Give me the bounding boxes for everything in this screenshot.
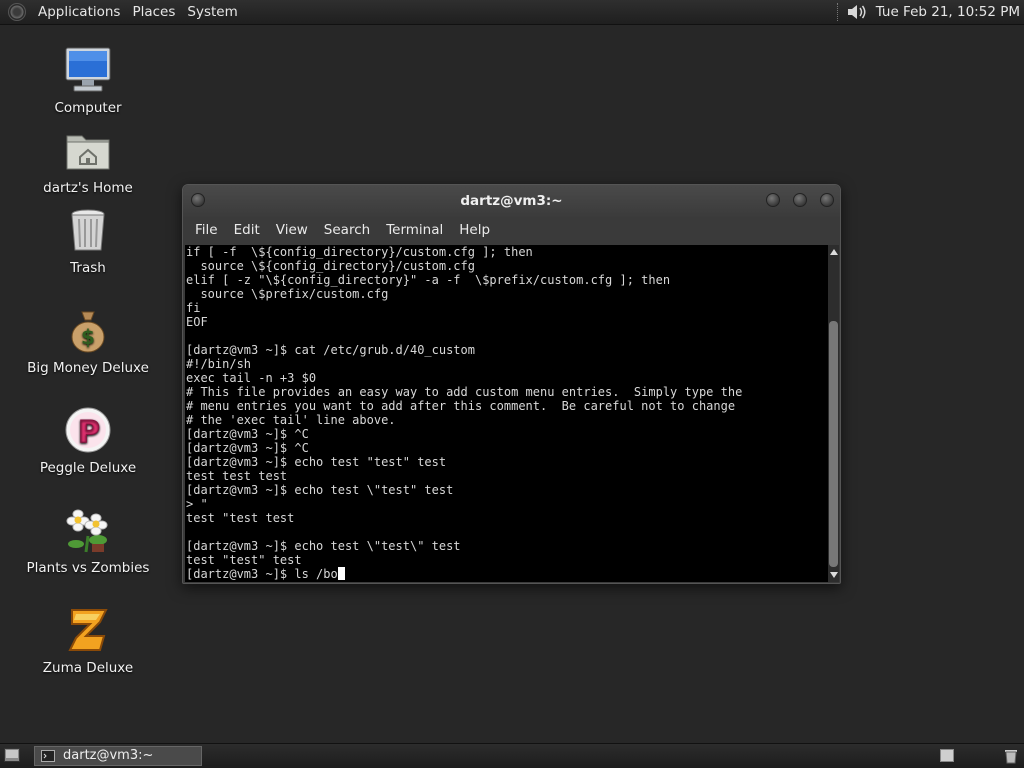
computer-icon <box>64 46 112 94</box>
menu-search[interactable]: Search <box>316 222 378 238</box>
desktop-icon-plants-vs-zombies[interactable]: Plants vs Zombies <box>18 506 158 576</box>
terminal-output[interactable]: if [ -f \${config_directory}/custom.cfg … <box>185 245 828 582</box>
desktop-icon-label: dartz's Home <box>43 180 133 196</box>
trash-icon <box>64 206 112 254</box>
panel-handle <box>836 3 840 21</box>
scroll-up-icon[interactable] <box>830 249 838 255</box>
menu-file[interactable]: File <box>187 222 226 238</box>
desktop-icon-zuma[interactable]: Zuma Deluxe <box>18 606 158 676</box>
desktop-icon-label: Big Money Deluxe <box>27 360 149 376</box>
desktop-icon-trash[interactable]: Trash <box>18 206 158 276</box>
close-icon[interactable] <box>820 193 834 207</box>
menu-terminal[interactable]: Terminal <box>378 222 451 238</box>
desktop-icon-label: Zuma Deluxe <box>42 660 134 676</box>
window-titlebar[interactable]: dartz@vm3:~ <box>183 185 840 217</box>
svg-text:P: P <box>78 415 100 450</box>
plants-vs-zombies-icon <box>64 506 112 554</box>
desktop-icon-label: Computer <box>54 100 122 116</box>
terminal-line: [dartz@vm3 ~]$ ^C <box>186 427 309 441</box>
desktop-icon-label: Plants vs Zombies <box>26 560 150 576</box>
terminal-line: [dartz@vm3 ~]$ echo test \"test\" test <box>186 539 461 553</box>
desktop-icon-computer[interactable]: Computer <box>18 46 158 116</box>
window-title: dartz@vm3:~ <box>460 193 563 209</box>
terminal-line: #!/bin/sh <box>186 357 252 371</box>
menu-edit[interactable]: Edit <box>226 222 268 238</box>
clock[interactable]: Tue Feb 21, 10:52 PM <box>876 4 1020 20</box>
show-desktop-icon[interactable] <box>4 748 20 762</box>
maximize-icon[interactable] <box>793 193 807 207</box>
workspace-switcher[interactable] <box>940 749 954 762</box>
terminal-line: elif [ -z "\${config_directory}" -a -f \… <box>186 273 671 287</box>
terminal-icon <box>41 750 55 762</box>
minimize-icon[interactable] <box>766 193 780 207</box>
scroll-down-icon[interactable] <box>830 572 838 578</box>
terminal-line: [dartz@vm3 ~]$ echo test \"test" test <box>186 483 454 497</box>
desktop-icon-home[interactable]: dartz's Home <box>18 126 158 196</box>
terminal-line: # menu entries you want to add after thi… <box>186 399 736 413</box>
menu-view[interactable]: View <box>268 222 316 238</box>
bottom-panel: dartz@vm3:~ <box>0 743 1024 768</box>
terminal-line: # This file provides an easy way to add … <box>186 385 743 399</box>
desktop-icon-label: Peggle Deluxe <box>39 460 137 476</box>
desktop-icon-peggle[interactable]: P Peggle Deluxe <box>18 406 158 476</box>
desktop-icon-label: Trash <box>70 260 106 276</box>
window-menu-icon[interactable] <box>191 193 205 207</box>
terminal-scrollbar[interactable] <box>828 245 839 582</box>
terminal-prompt-input[interactable]: [dartz@vm3 ~]$ ls /bo <box>186 567 338 581</box>
money-bag-icon: $ <box>64 306 112 354</box>
desktop-icon-big-money[interactable]: $ Big Money Deluxe <box>18 306 158 376</box>
menu-system[interactable]: System <box>181 4 243 20</box>
terminal-line: > " <box>186 497 208 511</box>
menu-help[interactable]: Help <box>451 222 498 238</box>
terminal-line: exec tail -n +3 $0 <box>186 371 317 385</box>
terminal-menubar: File Edit View Search Terminal Help <box>183 217 840 243</box>
terminal-line: EOF <box>186 315 208 329</box>
terminal-line: [dartz@vm3 ~]$ cat /etc/grub.d/40_custom <box>186 343 475 357</box>
terminal-line: test "test test <box>186 511 295 525</box>
terminal-window: dartz@vm3:~ File Edit View Search Termin… <box>182 184 841 584</box>
taskbar-item-terminal[interactable]: dartz@vm3:~ <box>34 746 202 766</box>
peggle-icon: P <box>64 406 112 454</box>
terminal-line: fi <box>186 301 201 315</box>
home-folder-icon <box>64 126 112 174</box>
terminal-line: test "test" test <box>186 553 302 567</box>
svg-text:$: $ <box>81 325 95 349</box>
terminal-line: # the 'exec tail' line above. <box>186 413 396 427</box>
menu-applications[interactable]: Applications <box>32 4 126 20</box>
text-cursor <box>337 567 345 580</box>
terminal-line: source \${config_directory}/custom.cfg <box>186 259 475 273</box>
menu-places[interactable]: Places <box>126 4 181 20</box>
terminal-line: [dartz@vm3 ~]$ ^C <box>186 441 309 455</box>
scrollbar-thumb[interactable] <box>829 321 838 567</box>
terminal-line: if [ -f \${config_directory}/custom.cfg … <box>186 245 533 259</box>
gnome-foot-icon[interactable] <box>8 3 26 21</box>
volume-icon[interactable] <box>846 3 868 21</box>
top-panel: Applications Places System Tue Feb 21, 1… <box>0 0 1024 25</box>
terminal-line: source \$prefix/custom.cfg <box>186 287 389 301</box>
taskbar-item-label: dartz@vm3:~ <box>63 748 154 763</box>
terminal-line: [dartz@vm3 ~]$ echo test "test" test <box>186 455 447 469</box>
terminal-line: test test test <box>186 469 288 483</box>
zuma-icon <box>64 606 112 654</box>
trash-applet-icon[interactable] <box>1004 748 1018 764</box>
